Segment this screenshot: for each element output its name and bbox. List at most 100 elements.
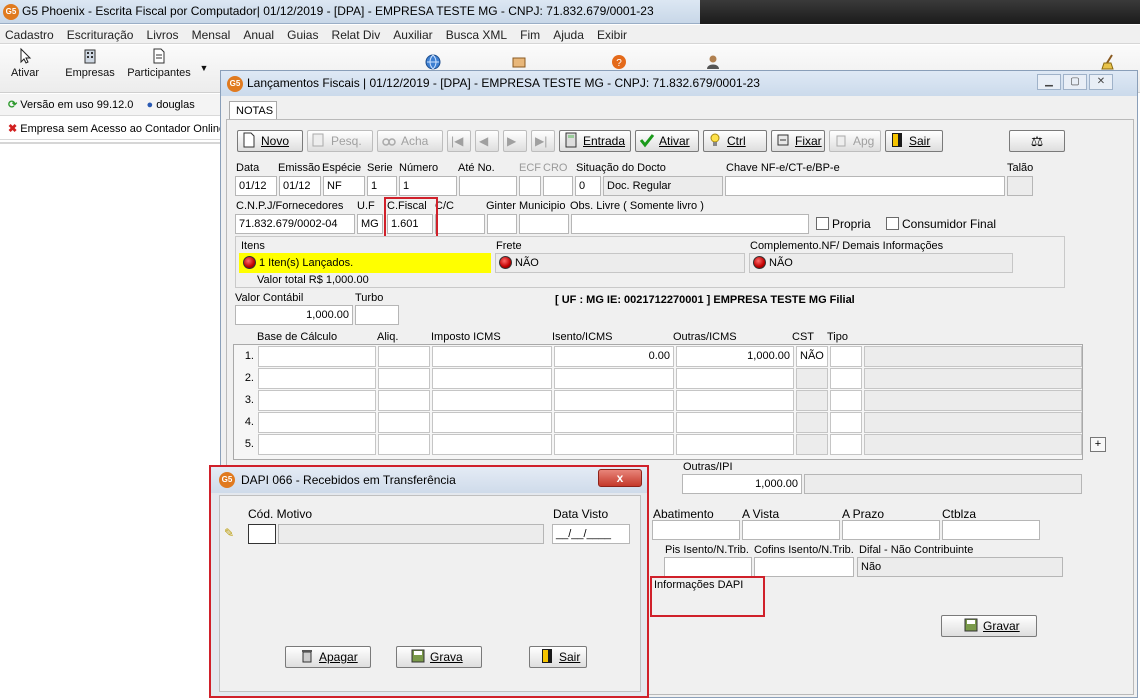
grid-cell-base[interactable] — [258, 346, 376, 367]
numero-field[interactable]: 1 — [399, 176, 457, 196]
data-field[interactable]: 01/12 — [235, 176, 277, 196]
pis-isento-field[interactable] — [664, 557, 752, 577]
grid-cell-aliq[interactable] — [378, 434, 430, 455]
menu-exibir[interactable]: Exibir — [592, 25, 632, 42]
abatimento-field[interactable] — [652, 520, 740, 540]
grid-cell-cst[interactable] — [796, 412, 828, 433]
menu-anual[interactable]: Anual — [238, 25, 279, 42]
grid-cell-base[interactable] — [258, 434, 376, 455]
situacao-code-field[interactable]: 0 — [575, 176, 601, 196]
empresas-toolbar-button[interactable]: Empresas — [62, 47, 118, 79]
valor-contabil-field[interactable]: 1,000.00 — [235, 305, 353, 325]
grid-cell-aliq[interactable] — [378, 368, 430, 389]
grid-cell-isento[interactable] — [554, 368, 674, 389]
prev-record-button[interactable]: ◀ — [475, 130, 499, 152]
dialog-close-button[interactable]: x — [598, 469, 642, 487]
ativar-button[interactable]: Ativar — [635, 130, 699, 152]
grid-cell-imposto[interactable] — [432, 434, 552, 455]
menu-ajuda[interactable]: Ajuda — [548, 25, 589, 42]
serie-field[interactable]: 1 — [367, 176, 397, 196]
grid-cell-aliq[interactable] — [378, 390, 430, 411]
ativar-toolbar-button[interactable]: Ativar — [6, 47, 44, 79]
outras-ipi-field[interactable]: 1,000.00 — [682, 474, 802, 494]
participantes-toolbar-button[interactable]: Participantes — [124, 47, 194, 79]
grid-cell-outras[interactable] — [676, 434, 794, 455]
grid-cell-imposto[interactable] — [432, 412, 552, 433]
a-vista-field[interactable] — [742, 520, 840, 540]
grid-cell-imposto[interactable] — [432, 390, 552, 411]
talao-field[interactable] — [1007, 176, 1033, 196]
ginter-field[interactable] — [487, 214, 517, 234]
grid-cell-outras[interactable] — [676, 390, 794, 411]
menu-fim[interactable]: Fim — [515, 25, 545, 42]
grid-cell-aliq[interactable] — [378, 346, 430, 367]
grid-cell-base[interactable] — [258, 390, 376, 411]
grid-cell-cst[interactable] — [796, 368, 828, 389]
fixar-button[interactable]: Fixar — [771, 130, 825, 152]
box-icon[interactable] — [510, 53, 528, 71]
obs-field[interactable] — [571, 214, 809, 234]
menu-relat-div[interactable]: Relat Div — [327, 25, 386, 42]
frete-status[interactable]: NÃO — [495, 253, 745, 273]
especie-field[interactable]: NF — [323, 176, 365, 196]
emissao-field[interactable]: 01/12 — [279, 176, 321, 196]
data-visto-field[interactable]: __/__/____ — [552, 524, 630, 544]
grid-cell-outras[interactable]: 1,000.00 — [676, 346, 794, 367]
grid-cell-tipo[interactable] — [830, 346, 862, 367]
grid-cell-imposto[interactable] — [432, 346, 552, 367]
menu-mensal[interactable]: Mensal — [187, 25, 236, 42]
novo-button[interactable]: Novo — [237, 130, 303, 152]
grid-cell-cst[interactable] — [796, 390, 828, 411]
acha-button[interactable]: Acha — [377, 130, 443, 152]
apagar-button[interactable]: Apagar — [285, 646, 371, 668]
globe-icon[interactable] — [424, 53, 442, 71]
grid-cell-base[interactable] — [258, 412, 376, 433]
grid-cell-outras[interactable] — [676, 412, 794, 433]
help-icon[interactable]: ? — [610, 53, 628, 71]
grid-cell-isento[interactable] — [554, 390, 674, 411]
grid-cell-imposto[interactable] — [432, 368, 552, 389]
grava-button[interactable]: Grava — [396, 646, 482, 668]
grid-cell-outras[interactable] — [676, 368, 794, 389]
grid-cell-tipo[interactable] — [830, 390, 862, 411]
first-record-button[interactable]: |◀ — [447, 130, 471, 152]
grid-cell-cst[interactable]: NÃO — [796, 346, 828, 367]
complemento-status[interactable]: NÃO — [749, 253, 1013, 273]
menu-guias[interactable]: Guias — [282, 25, 323, 42]
uf-field[interactable]: MG — [357, 214, 383, 234]
minimize-button[interactable]: ▁ — [1037, 74, 1061, 90]
apg-button[interactable]: Apg — [829, 130, 881, 152]
ecf-field[interactable] — [519, 176, 541, 196]
menu-escrituracao[interactable]: Escrituração — [62, 25, 139, 42]
cro-field[interactable] — [543, 176, 573, 196]
propria-checkbox[interactable] — [816, 217, 829, 230]
ctrl-button[interactable]: Ctrl — [703, 130, 767, 152]
chave-field[interactable] — [725, 176, 1005, 196]
next-record-button[interactable]: ▶ — [503, 130, 527, 152]
ctblza-field[interactable] — [942, 520, 1040, 540]
grid-cell-tipo[interactable] — [830, 412, 862, 433]
grid-cell-cst[interactable] — [796, 434, 828, 455]
grid-cell-tipo[interactable] — [830, 434, 862, 455]
consumidor-final-checkbox[interactable] — [886, 217, 899, 230]
info-dapi-highlight[interactable] — [650, 576, 765, 617]
sair-button[interactable]: Sair — [885, 130, 943, 152]
user-icon[interactable] — [704, 53, 722, 71]
add-row-button[interactable]: + — [1090, 437, 1106, 452]
menu-auxiliar[interactable]: Auxiliar — [388, 25, 437, 42]
grid-cell-isento[interactable] — [554, 434, 674, 455]
menu-cadastro[interactable]: Cadastro — [0, 25, 59, 42]
cod-motivo-field[interactable] — [248, 524, 276, 544]
ate-no-field[interactable] — [459, 176, 517, 196]
municipio-field[interactable] — [519, 214, 569, 234]
entrada-button[interactable]: Entrada — [559, 130, 631, 152]
pesq-button[interactable]: Pesq. — [307, 130, 373, 152]
maximize-button[interactable]: ▢ — [1063, 74, 1087, 90]
grid-cell-isento[interactable] — [554, 412, 674, 433]
cofins-isento-field[interactable] — [754, 557, 854, 577]
menu-livros[interactable]: Livros — [142, 25, 184, 42]
grid-cell-base[interactable] — [258, 368, 376, 389]
itens-status[interactable]: 1 Iten(s) Lançados. — [239, 253, 491, 273]
gravar-button[interactable]: Gravar — [941, 615, 1037, 637]
grid-cell-aliq[interactable] — [378, 412, 430, 433]
